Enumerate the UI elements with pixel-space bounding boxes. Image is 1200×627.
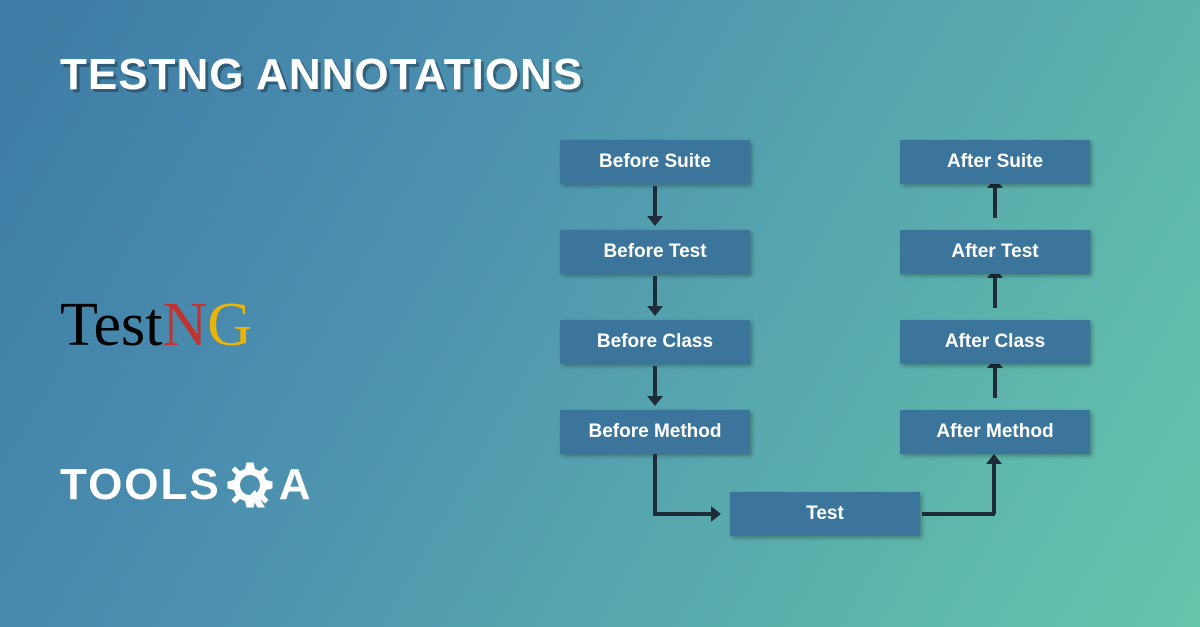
box-before-suite: Before Suite (560, 140, 750, 184)
box-test: Test (730, 492, 920, 536)
testng-logo: TestNG (60, 290, 252, 361)
arrow-up-icon (993, 366, 997, 398)
box-before-test: Before Test (560, 230, 750, 274)
arrow-down-icon (653, 366, 657, 398)
page-title: TESTNG ANNOTATIONS (60, 50, 583, 100)
box-before-class: Before Class (560, 320, 750, 364)
toolsqa-logo-post: A (279, 460, 313, 510)
testng-logo-part3: G (207, 291, 252, 359)
box-after-suite: After Suite (900, 140, 1090, 184)
arrow-down-icon (653, 186, 657, 218)
toolsqa-logo-pre: TOOLS (60, 460, 221, 510)
box-after-test: After Test (900, 230, 1090, 274)
testng-logo-part2: N (162, 291, 207, 359)
arrow-up-icon (993, 186, 997, 218)
arrow-down-icon (653, 276, 657, 308)
box-before-method: Before Method (560, 410, 750, 454)
testng-logo-part1: Test (60, 291, 162, 359)
toolsqa-logo: TOOLS A (60, 460, 313, 510)
box-after-class: After Class (900, 320, 1090, 364)
annotations-diagram: Before Suite Before Test Before Class Be… (560, 140, 1160, 600)
box-after-method: After Method (900, 410, 1090, 454)
gear-icon (225, 460, 275, 510)
arrow-up-icon (993, 276, 997, 308)
